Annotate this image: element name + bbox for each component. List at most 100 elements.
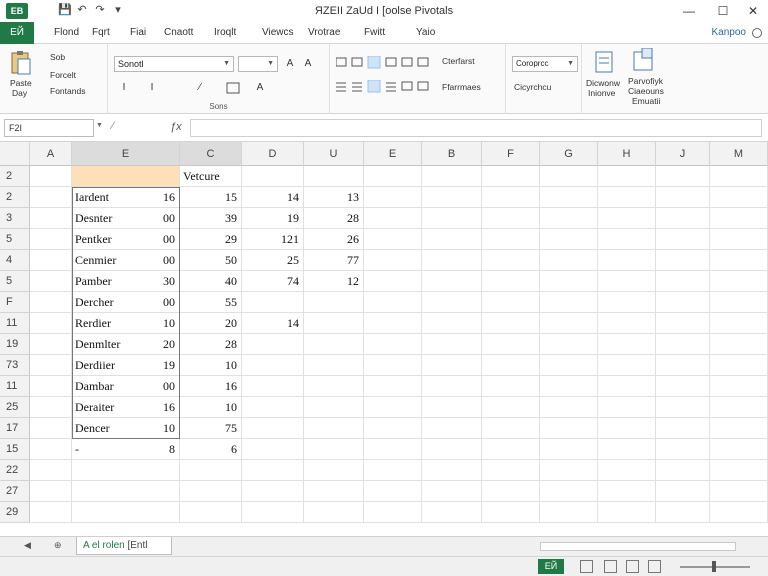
cell-empty[interactable]: [482, 481, 540, 502]
account-icon[interactable]: [752, 28, 762, 38]
cell-empty[interactable]: [710, 502, 768, 523]
cell-empty[interactable]: [30, 271, 72, 292]
row-header[interactable]: 11: [0, 376, 30, 397]
cell-empty[interactable]: [540, 250, 598, 271]
cell-empty[interactable]: [364, 439, 422, 460]
column-header[interactable]: B: [422, 142, 482, 166]
cell-c[interactable]: 55: [180, 292, 242, 313]
cell-empty[interactable]: [364, 481, 422, 502]
tab-insert[interactable]: Fqrt: [92, 27, 110, 38]
page-break-view-icon[interactable]: [626, 560, 639, 573]
tab-page-layout[interactable]: Fiаi: [130, 27, 146, 38]
cell-empty[interactable]: [598, 502, 656, 523]
cell-empty[interactable]: [30, 250, 72, 271]
cell-empty[interactable]: [422, 229, 482, 250]
cell-empty[interactable]: [364, 271, 422, 292]
cell-empty[interactable]: [656, 166, 710, 187]
column-header[interactable]: U: [304, 142, 364, 166]
column-header-label[interactable]: Vetcure: [180, 166, 242, 187]
copy-button[interactable]: Forcelt: [50, 70, 76, 80]
cell-e[interactable]: [304, 418, 364, 439]
cell-empty[interactable]: [30, 502, 72, 523]
cell-empty[interactable]: [30, 460, 72, 481]
cell-d[interactable]: [242, 292, 304, 313]
shrink-font-button[interactable]: A: [302, 58, 314, 69]
cell-empty[interactable]: [422, 166, 482, 187]
cell-empty[interactable]: [540, 271, 598, 292]
row-header[interactable]: 3: [0, 208, 30, 229]
cell-e[interactable]: [304, 334, 364, 355]
vertical-align-icons[interactable]: [336, 56, 436, 70]
cell-c[interactable]: 39: [180, 208, 242, 229]
cell-empty[interactable]: [598, 397, 656, 418]
italic-button[interactable]: I: [146, 82, 158, 93]
cell-e[interactable]: [304, 502, 364, 523]
cell-empty[interactable]: [656, 460, 710, 481]
normal-view-icon[interactable]: [580, 560, 593, 573]
cell-empty[interactable]: [482, 460, 540, 481]
cell-c[interactable]: 29: [180, 229, 242, 250]
row-header[interactable]: 5: [0, 229, 30, 250]
cell-empty[interactable]: [30, 187, 72, 208]
cell-empty[interactable]: [482, 250, 540, 271]
cell-empty[interactable]: [364, 229, 422, 250]
row-header[interactable]: 22: [0, 460, 30, 481]
cell-c[interactable]: [180, 460, 242, 481]
cell-e[interactable]: [304, 439, 364, 460]
cell-name[interactable]: Pentker 00: [72, 229, 180, 250]
font-color-button[interactable]: A: [254, 82, 266, 93]
cell-empty[interactable]: [30, 481, 72, 502]
cell-d[interactable]: 121: [242, 229, 304, 250]
cell-empty[interactable]: [598, 355, 656, 376]
cell-e[interactable]: 77: [304, 250, 364, 271]
font-size-select[interactable]: ▼: [238, 56, 278, 72]
cell-empty[interactable]: [598, 271, 656, 292]
tab-data[interactable]: Iroqlt: [214, 27, 236, 38]
cancel-icon[interactable]: ⁄: [112, 120, 114, 132]
cell-empty[interactable]: [710, 271, 768, 292]
cell-empty[interactable]: [656, 187, 710, 208]
cell-d[interactable]: 74: [242, 271, 304, 292]
cell-empty[interactable]: [30, 313, 72, 334]
cell-empty[interactable]: [30, 418, 72, 439]
cell-empty[interactable]: [540, 292, 598, 313]
font-name-select[interactable]: Sonotl ▼: [114, 56, 234, 72]
row-header[interactable]: 11: [0, 313, 30, 334]
cell-name[interactable]: Dercher 00: [72, 292, 180, 313]
cell-empty[interactable]: [598, 460, 656, 481]
cell-empty[interactable]: [482, 502, 540, 523]
cell-name[interactable]: [72, 460, 180, 481]
cell-empty[interactable]: [710, 187, 768, 208]
cell-empty[interactable]: [710, 418, 768, 439]
chevron-down-icon[interactable]: ▼: [96, 122, 103, 129]
cell-empty[interactable]: [364, 313, 422, 334]
cell-empty[interactable]: [598, 376, 656, 397]
cell-e[interactable]: 28: [304, 208, 364, 229]
cell-empty[interactable]: [540, 418, 598, 439]
sheet-tab-active[interactable]: A el rolen [Entl: [76, 537, 172, 555]
cell-d[interactable]: [242, 166, 304, 187]
cell-e[interactable]: [304, 460, 364, 481]
cell-empty[interactable]: [422, 355, 482, 376]
cell-e[interactable]: [304, 397, 364, 418]
cell-empty[interactable]: [482, 271, 540, 292]
cell-empty[interactable]: [422, 313, 482, 334]
tab-view[interactable]: Viewcs: [262, 27, 294, 38]
cell-empty[interactable]: [598, 439, 656, 460]
cell-empty[interactable]: [710, 481, 768, 502]
bold-button[interactable]: I: [118, 82, 130, 93]
conditional-formatting-icon[interactable]: [594, 50, 616, 74]
cell-d[interactable]: 19: [242, 208, 304, 229]
cell-empty[interactable]: [30, 334, 72, 355]
cell-empty[interactable]: [656, 313, 710, 334]
cell-c[interactable]: 6: [180, 439, 242, 460]
cell-empty[interactable]: [364, 355, 422, 376]
tab-review[interactable]: Vrotrae: [308, 27, 340, 38]
cell-empty[interactable]: [422, 418, 482, 439]
cell-d[interactable]: [242, 355, 304, 376]
cell-empty[interactable]: [540, 502, 598, 523]
name-box[interactable]: F2I: [4, 119, 94, 137]
cell-empty[interactable]: [422, 439, 482, 460]
cell-empty[interactable]: [482, 439, 540, 460]
cell-d[interactable]: 25: [242, 250, 304, 271]
